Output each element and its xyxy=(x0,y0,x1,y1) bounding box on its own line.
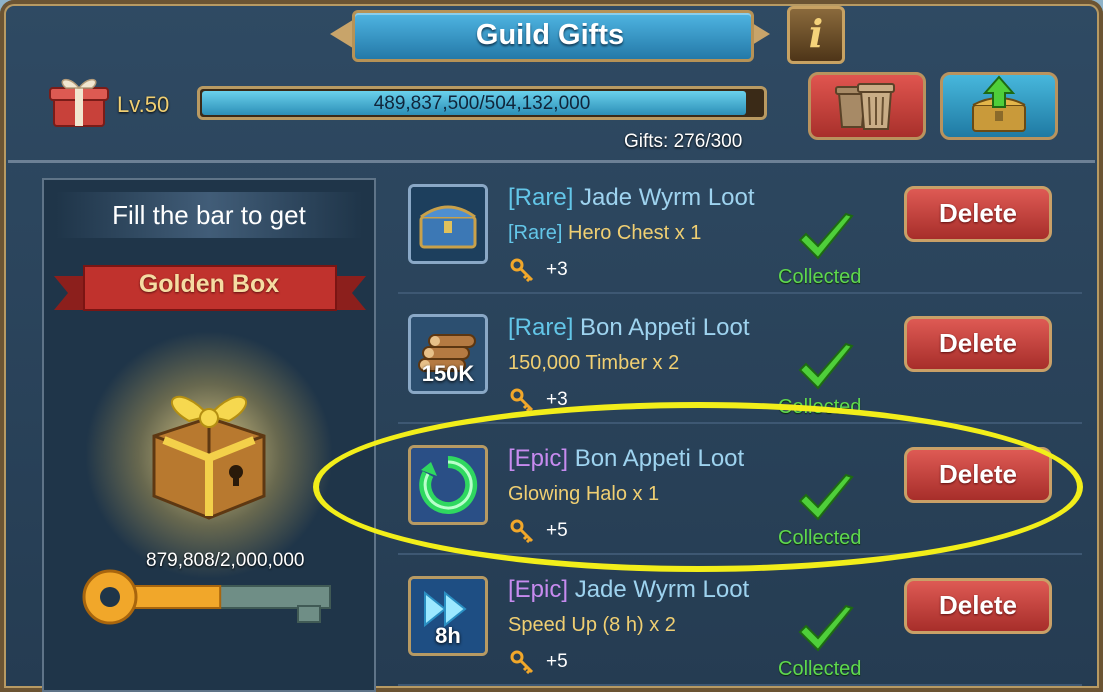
delete-all-button[interactable] xyxy=(808,72,926,140)
check-icon xyxy=(798,604,854,652)
gift-xp-text: 489,837,500/504,132,000 xyxy=(373,93,591,114)
key-icon xyxy=(510,258,534,282)
fill-bar-text: Fill the bar to get xyxy=(56,192,362,238)
row-divider xyxy=(398,684,1082,686)
gift-row: 8h [Epic] Jade Wyrm Loot Speed Up (8 h) … xyxy=(392,562,1088,686)
key-icon xyxy=(510,650,534,674)
delete-button[interactable]: Delete xyxy=(904,316,1052,372)
gift-contents: 150,000 Timber x 2 xyxy=(508,352,679,375)
guild-level: Lv.50 xyxy=(117,92,170,117)
speed-up-icon[interactable]: 8h xyxy=(408,576,488,656)
gifts-count: Gifts: 276/300 xyxy=(624,131,743,152)
hero-chest-icon[interactable] xyxy=(408,184,488,264)
gift-tier: [Epic] xyxy=(508,576,569,603)
info-button[interactable]: i xyxy=(787,6,845,64)
gift-item-name: Speed Up (8 h) x 2 xyxy=(508,614,676,636)
gift-row: [Rare] Jade Wyrm Loot [Rare] Hero Chest … xyxy=(392,170,1088,294)
row-divider xyxy=(398,292,1082,294)
item-badge: 8h xyxy=(435,623,461,648)
gift-icon xyxy=(49,78,109,127)
trash-bins-icon xyxy=(835,83,895,130)
collected-status: Collected xyxy=(778,266,862,288)
delete-button[interactable]: Delete xyxy=(904,186,1052,242)
gift-contents: [Rare] Hero Chest x 1 xyxy=(508,222,701,245)
timber-icon[interactable]: 150K xyxy=(408,314,488,394)
reward-name: Golden Box xyxy=(138,270,280,298)
gift-title: [Rare] Jade Wyrm Loot xyxy=(508,184,755,212)
gift-source: Bon Appeti Loot xyxy=(573,314,750,341)
page-title: Guild Gifts xyxy=(475,19,625,51)
gift-xp-bar: 489,837,500/504,132,000 xyxy=(197,86,767,120)
golden-box-icon xyxy=(152,395,266,520)
gift-title: [Rare] Bon Appeti Loot xyxy=(508,314,750,342)
chest-upload-icon xyxy=(972,75,1026,132)
gift-tier: [Rare] xyxy=(508,314,574,341)
title-banner: Guild Gifts xyxy=(330,6,770,62)
delete-button[interactable]: Delete xyxy=(904,578,1052,634)
gift-key-reward: +5 xyxy=(546,651,568,672)
header-divider xyxy=(8,160,1095,163)
gift-tier: [Rare] xyxy=(508,184,574,211)
gift-title: [Epic] Jade Wyrm Loot xyxy=(508,576,749,604)
gift-item-name: 150,000 Timber x 2 xyxy=(508,352,680,374)
gift-item-name: Hero Chest x 1 xyxy=(562,222,702,244)
gift-contents: Speed Up (8 h) x 2 xyxy=(508,614,676,637)
collected-status: Collected xyxy=(778,658,862,680)
gift-source: Jade Wyrm Loot xyxy=(568,576,750,603)
gift-source: Jade Wyrm Loot xyxy=(573,184,755,211)
key-icon xyxy=(510,388,534,412)
highlight-ellipse xyxy=(313,402,1083,572)
gift-key-reward: +3 xyxy=(546,259,568,280)
item-badge: 150K xyxy=(421,361,475,386)
key-progress-bar xyxy=(82,569,331,625)
reward-panel: Fill the bar to get Golden Box 879,808/2… xyxy=(42,178,376,692)
check-icon xyxy=(798,212,854,260)
check-icon xyxy=(798,342,854,390)
chest-upload-button[interactable] xyxy=(940,72,1058,140)
gift-item-tier: [Rare] xyxy=(508,222,563,244)
